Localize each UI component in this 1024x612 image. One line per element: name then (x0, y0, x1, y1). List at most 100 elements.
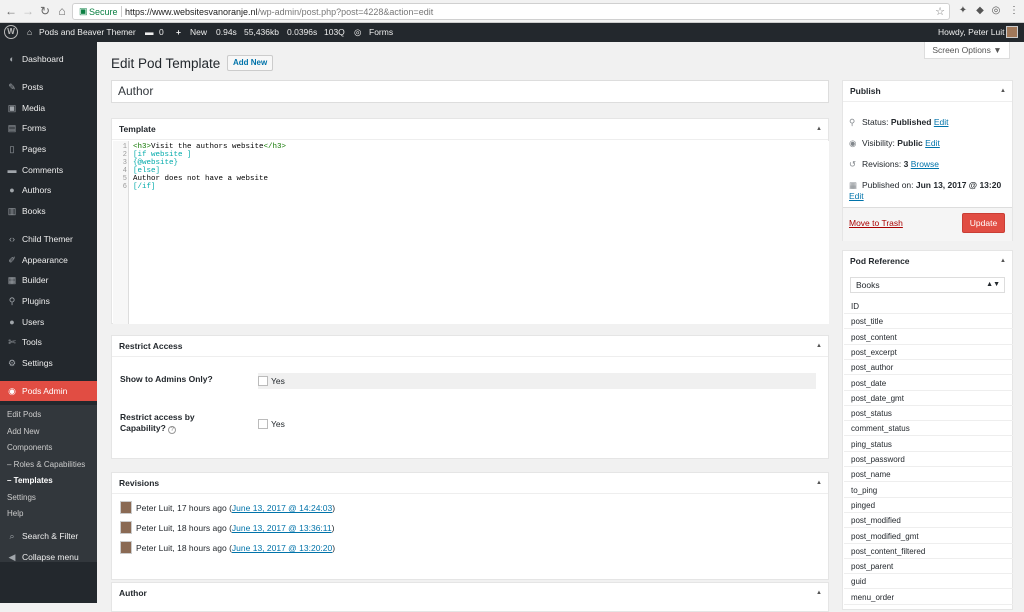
pages-icon: ▯ (9, 144, 15, 154)
back-icon[interactable]: ← (4, 4, 18, 18)
capability-checkbox[interactable] (258, 419, 268, 429)
submenu-item[interactable]: – Templates (7, 473, 53, 489)
pod-field-item[interactable]: post_author (844, 360, 1013, 376)
revision-author: Peter Luit, 17 hours ago ( (136, 503, 232, 513)
pod-field-item[interactable]: menu_order (844, 590, 1013, 605)
submenu-item[interactable]: Add New (7, 424, 39, 440)
sidebar-item-users[interactable]: ● Users (0, 312, 97, 332)
sidebar-item-dashboard[interactable]: ◐ Dashboard (0, 49, 97, 69)
help-icon[interactable]: ? (168, 426, 177, 434)
pod-field-item[interactable]: post_content_filtered (844, 544, 1013, 559)
forms-bar-link[interactable]: Forms (369, 23, 393, 42)
collapse-triangle-icon[interactable]: ▲ (816, 473, 822, 494)
submenu-item[interactable]: Components (7, 440, 52, 456)
admins-only-checkbox[interactable] (258, 376, 268, 386)
collapse-triangle-icon[interactable]: ▲ (816, 336, 822, 357)
query-count-stat[interactable]: 103Q (324, 23, 345, 42)
sidebar-item-comments[interactable]: ▬ Comments (0, 160, 97, 180)
pod-field-item[interactable]: post_date (844, 376, 1013, 391)
extension-icon[interactable]: ◎ (989, 4, 1003, 18)
sidebar-item-settings[interactable]: ⚙ Settings (0, 353, 97, 373)
sidebar-item-pods-admin[interactable]: ◉ Pods Admin (0, 381, 97, 401)
update-button[interactable]: Update (962, 213, 1005, 233)
submenu-item[interactable]: Help (7, 506, 23, 522)
revision-text: Peter Luit, 18 hours ago (June 13, 2017 … (136, 521, 334, 535)
sidebar-item-tools[interactable]: ✄ Tools (0, 332, 97, 352)
address-bar[interactable]: ▣ Secure https://www.websitesvanoranje.n… (72, 3, 950, 20)
sidebar-item-media[interactable]: ▣ Media (0, 98, 97, 118)
collapse-triangle-icon[interactable]: ▲ (816, 583, 822, 604)
sidebar-item-builder[interactable]: ▦ Builder (0, 270, 97, 290)
edit-date-link[interactable]: Edit (849, 191, 864, 201)
pod-field-item[interactable]: ID (844, 299, 1013, 314)
submenu-item[interactable]: – Roles & Capabilities (7, 457, 85, 473)
pod-field-item[interactable]: post_parent (844, 559, 1013, 575)
code-editor[interactable]: 123456 <h3>Visit the authors website</h3… (113, 141, 829, 324)
url-path: /wp-admin/post.php?post=4228&action=edit (257, 7, 434, 17)
comments-count[interactable]: 0 (159, 23, 164, 42)
tools-icon: ✄ (8, 337, 16, 347)
pod-field-item[interactable]: post_password (844, 452, 1013, 467)
home-icon[interactable]: ⌂ (55, 4, 69, 18)
revision-date-link[interactable]: June 13, 2017 @ 13:36:11 (232, 523, 332, 533)
revision-date-link[interactable]: June 13, 2017 @ 13:20:20 (232, 543, 332, 553)
bookmark-star-icon[interactable]: ☆ (935, 5, 945, 18)
sidebar-item-appearance[interactable]: ✐ Appearance (0, 250, 97, 270)
pod-field-item[interactable]: guid (844, 574, 1013, 590)
pod-select[interactable]: Books ▲▼ (850, 277, 1005, 293)
capability-field: Yes (258, 416, 816, 432)
forward-icon[interactable]: → (21, 4, 35, 18)
sidebar-item-child-themer[interactable]: ‹› Child Themer (0, 229, 97, 249)
sidebar-item-pages[interactable]: ▯ Pages (0, 139, 97, 159)
pin-icon: ✎ (8, 82, 16, 92)
edit-status-link[interactable]: Edit (934, 117, 949, 127)
new-content-link[interactable]: New (190, 23, 207, 42)
memory-stat[interactable]: 55,436kb (244, 23, 279, 42)
sidebar-item-search-filter[interactable]: ⌕ Search & Filter (0, 526, 97, 546)
sidebar-item-forms[interactable]: ▤ Forms (0, 118, 97, 138)
pod-field-item[interactable]: ping_status (844, 437, 1013, 452)
site-name-link[interactable]: Pods and Beaver Themer (39, 23, 136, 42)
pod-field-item[interactable]: post_modified (844, 513, 1013, 529)
sidebar-item-books[interactable]: ▥ Books (0, 201, 97, 221)
wordpress-logo-icon[interactable]: W (4, 25, 18, 39)
submenu-item[interactable]: Settings (7, 490, 36, 506)
browser-menu-icon[interactable]: ⋮ (1007, 4, 1021, 18)
avatar[interactable] (1006, 26, 1018, 38)
sidebar-item-plugins[interactable]: ⚲ Plugins (0, 291, 97, 311)
pod-field-item[interactable]: pinged (844, 498, 1013, 513)
collapse-triangle-icon[interactable]: ▲ (816, 119, 822, 140)
collapse-triangle-icon[interactable]: ▲ (1000, 81, 1006, 102)
pod-field-item[interactable]: post_date_gmt (844, 391, 1013, 406)
howdy-user-link[interactable]: Howdy, Peter Luit (938, 23, 1004, 42)
browse-revisions-link[interactable]: Browse (911, 159, 939, 169)
add-new-button[interactable]: Add New (227, 55, 274, 71)
pod-field-item[interactable]: post_excerpt (844, 345, 1013, 360)
reload-icon[interactable]: ↻ (38, 4, 52, 18)
extension-icon[interactable]: ◆ (973, 4, 987, 18)
pod-field-item[interactable]: to_ping (844, 483, 1013, 498)
db-time-stat[interactable]: 0.0396s (287, 23, 317, 42)
pod-field-item[interactable]: post_modified_gmt (844, 529, 1013, 544)
extension-icon[interactable]: ✦ (956, 4, 970, 18)
collapse-triangle-icon[interactable]: ▲ (1000, 251, 1006, 272)
sidebar-item-authors[interactable]: ● Authors (0, 180, 97, 200)
sidebar-item-collapse-menu[interactable]: ◀ Collapse menu (0, 547, 97, 567)
browser-toolbar: ← → ↻ ⌂ ▣ Secure https://www.websitesvan… (0, 0, 1024, 23)
screen-options-button[interactable]: Screen Options ▼ (924, 42, 1010, 59)
query-time-stat[interactable]: 0.94s (216, 23, 237, 42)
pod-field-item[interactable]: comment_status (844, 421, 1013, 437)
edit-visibility-link[interactable]: Edit (925, 138, 940, 148)
pod-select-value: Books (856, 280, 880, 290)
sidebar-item-posts[interactable]: ✎ Posts (0, 77, 97, 97)
pod-field-item[interactable]: post_title (844, 314, 1013, 330)
submenu-item[interactable]: Edit Pods (7, 407, 41, 423)
move-to-trash-link[interactable]: Move to Trash (849, 218, 903, 228)
pod-field-item[interactable]: post_status (844, 406, 1013, 422)
pod-field-item[interactable]: post_name (844, 467, 1013, 483)
code-icon: ‹› (9, 234, 15, 244)
title-input[interactable]: Author (111, 80, 829, 103)
capability-label-text: Capability? (120, 423, 166, 433)
revision-date-link[interactable]: June 13, 2017 @ 14:24:03 (232, 503, 332, 513)
pod-field-item[interactable]: post_content (844, 330, 1013, 345)
